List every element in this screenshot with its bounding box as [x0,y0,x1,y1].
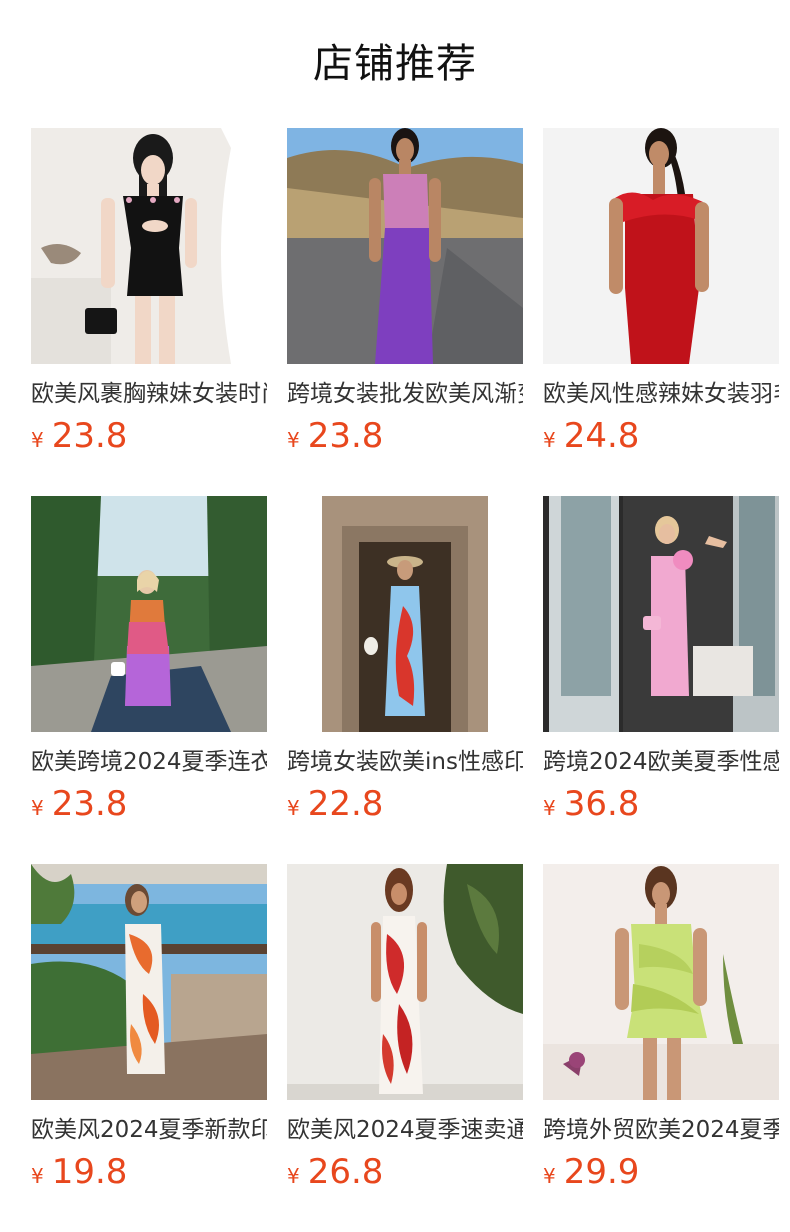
product-price: ¥23.8 [31,784,267,824]
price-value: 23.8 [307,416,384,456]
product-card[interactable]: 跨境2024欧美夏季性感花朵抹胸长裙 ¥36.8 [543,496,779,864]
section-title: 店铺推荐 [313,41,477,87]
product-card[interactable]: 欧美风2024夏季新款印花长裙 ¥19.8 [31,864,267,1232]
product-image[interactable] [31,864,267,1100]
product-image[interactable] [543,496,779,732]
product-image[interactable] [543,864,779,1100]
product-price: ¥23.8 [287,416,523,456]
product-title[interactable]: 欧美跨境2024夏季连衣裙渐变印花长裙 [31,746,267,778]
product-card[interactable]: 欧美风2024夏季速卖通印花吊带长裙 ¥26.8 [287,864,523,1232]
product-title[interactable]: 跨境女装欧美ins性感印花抹胸长裙 [287,746,523,778]
product-image[interactable] [31,496,267,732]
price-value: 24.8 [563,416,640,456]
price-value: 23.8 [51,416,128,456]
currency-symbol: ¥ [31,796,44,820]
price-value: 22.8 [307,784,384,824]
product-title[interactable]: 欧美风2024夏季速卖通印花吊带长裙 [287,1114,523,1146]
recommendation-page: 店铺推荐 欧美风裹胸辣妹女装时 ¥ 23.8 跨境女装批发欧美风渐 ¥ 23.8… [0,0,790,1232]
product-card[interactable]: 欧美风裹胸辣妹女装时尚性感露腰镂空连衣裙 ¥23.8 [31,128,267,496]
product-card[interactable]: 跨境女装欧美ins性感印花抹胸长裙 ¥22.8 [287,496,523,864]
product-price: ¥24.8 [543,416,779,456]
product-title[interactable]: 跨境2024欧美夏季性感花朵抹胸长裙 [543,746,779,778]
currency-symbol: ¥ [287,796,300,820]
product-title[interactable]: 跨境外贸欧美2024夏季抹胸荷叶边连衣裙 [543,1114,779,1146]
product-price: ¥22.8 [287,784,523,824]
product-price: ¥23.8 [31,416,267,456]
product-card[interactable]: 欧美跨境2024夏季连衣裙渐变印花长裙 ¥23.8 [31,496,267,864]
currency-symbol: ¥ [543,428,556,452]
currency-symbol: ¥ [543,1164,556,1188]
product-title[interactable]: 跨境女装批发欧美风渐变抹胸长裙 [287,378,523,410]
price-value: 26.8 [307,1152,384,1192]
product-price: ¥29.9 [543,1152,779,1192]
product-image[interactable] [287,496,523,732]
product-image[interactable] [31,128,267,364]
product-title[interactable]: 欧美风性感辣妹女装羽毛抹胸连衣裙 [543,378,779,410]
price-value: 19.8 [51,1152,128,1192]
product-price: ¥26.8 [287,1152,523,1192]
product-card[interactable]: 跨境外贸欧美2024夏季抹胸荷叶边连衣裙 ¥29.9 [543,864,779,1232]
price-value: 29.9 [563,1152,640,1192]
product-card[interactable]: 欧美风性感辣妹女装羽毛抹胸连衣裙 ¥24.8 [543,128,779,496]
product-image[interactable] [287,128,523,364]
product-title[interactable]: 欧美风2024夏季新款印花长裙 [31,1114,267,1146]
product-grid: 欧美风裹胸辣妹女装时尚性感露腰镂空连衣裙 ¥23.8 [31,128,779,1232]
product-title[interactable]: 欧美风裹胸辣妹女装时尚性感露腰镂空连衣裙 [31,378,267,410]
product-image[interactable] [543,128,779,364]
price-value: 36.8 [563,784,640,824]
product-image[interactable] [287,864,523,1100]
currency-symbol: ¥ [31,1164,44,1188]
currency-symbol: ¥ [287,1164,300,1188]
product-card[interactable]: 跨境女装批发欧美风渐变抹胸长裙 ¥23.8 [287,128,523,496]
currency-symbol: ¥ [31,428,44,452]
product-price: ¥36.8 [543,784,779,824]
currency-symbol: ¥ [543,796,556,820]
price-value: 23.8 [51,784,128,824]
currency-symbol: ¥ [287,428,300,452]
product-price: ¥19.8 [31,1152,267,1192]
